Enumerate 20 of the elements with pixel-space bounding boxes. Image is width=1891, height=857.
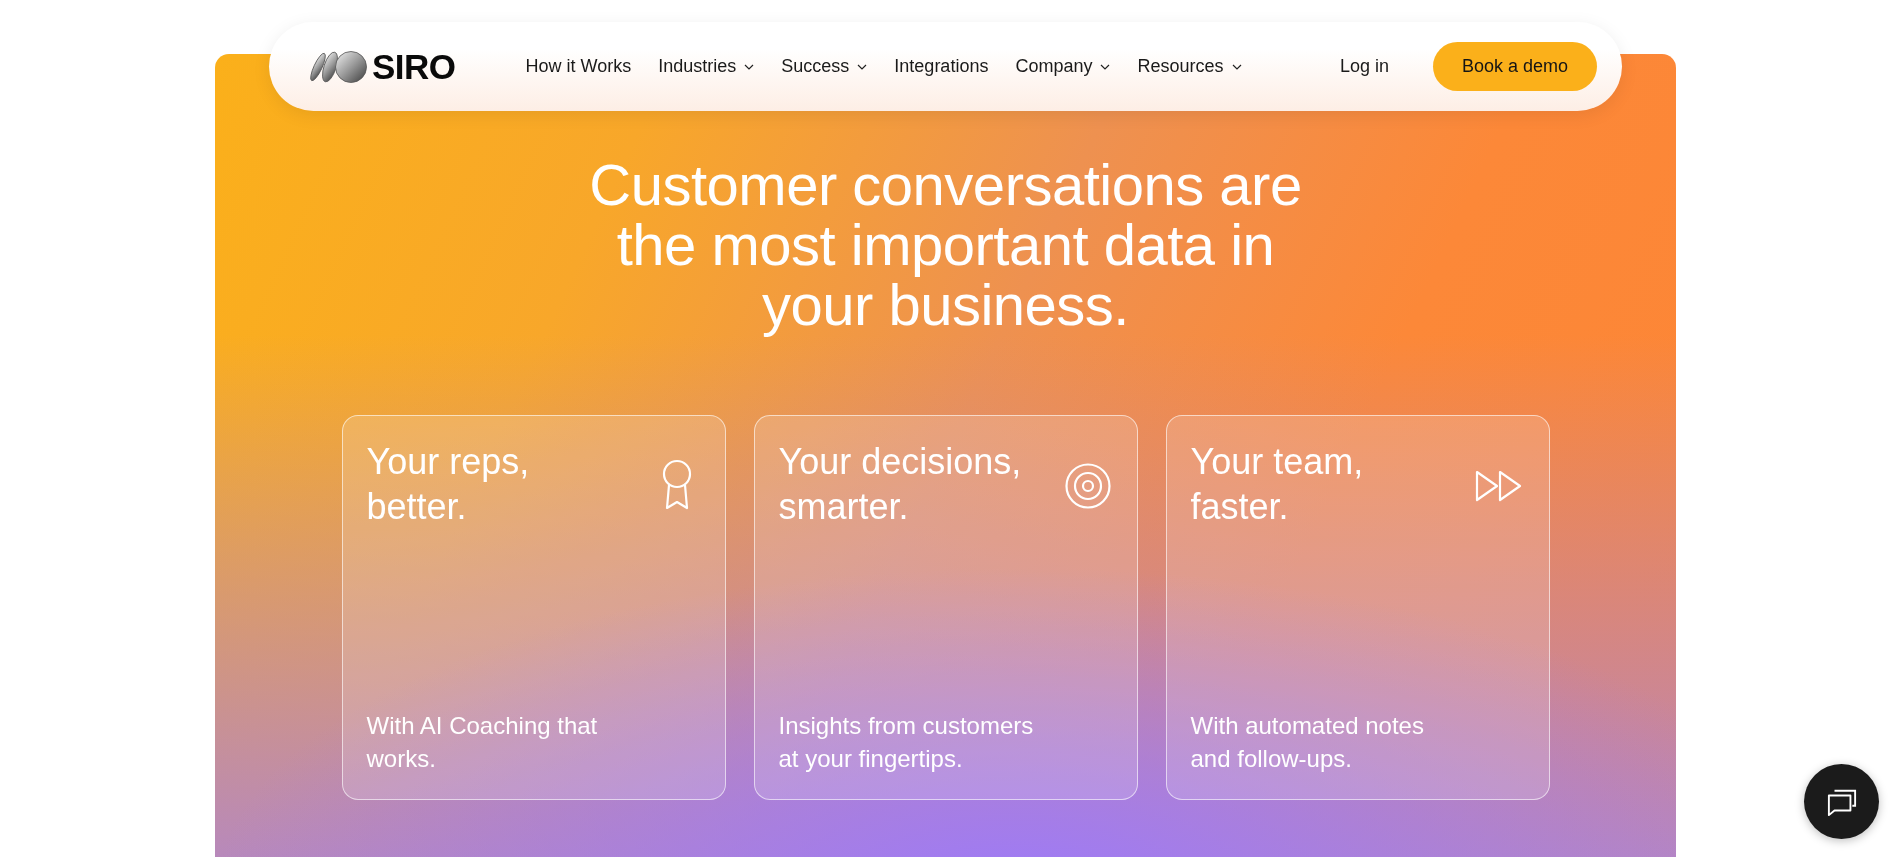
card-title: Your reps, better.: [366, 440, 531, 529]
hero-headline: Customer conversations are the most important data in your business.: [588, 155, 1303, 335]
coins-logo-icon: [308, 49, 368, 84]
login-link[interactable]: Log in: [1339, 56, 1389, 77]
card-description: Insights from customers at your fingertips.: [778, 711, 1035, 774]
card-description: With AI Coaching that works.: [366, 711, 599, 774]
card-description: With automated notes and follow-ups.: [1190, 711, 1425, 774]
book-demo-button[interactable]: Book a demo: [1433, 42, 1597, 91]
card-title: Your team, faster.: [1190, 440, 1365, 529]
chat-button[interactable]: [1804, 764, 1879, 839]
nav-link[interactable]: Company: [1015, 56, 1111, 77]
fast-forward-icon: [1474, 470, 1523, 502]
nav-link[interactable]: Industries: [658, 56, 755, 77]
nav-link[interactable]: Integrations: [894, 56, 989, 77]
target-icon: [1064, 463, 1111, 509]
logo-link[interactable]: SIRO: [308, 46, 456, 87]
card-title: Your decisions, smarter.: [778, 440, 1023, 529]
nav-link[interactable]: How it Works: [525, 56, 632, 77]
nav-link[interactable]: Success: [781, 56, 868, 77]
nav-link[interactable]: Resources: [1137, 56, 1242, 77]
